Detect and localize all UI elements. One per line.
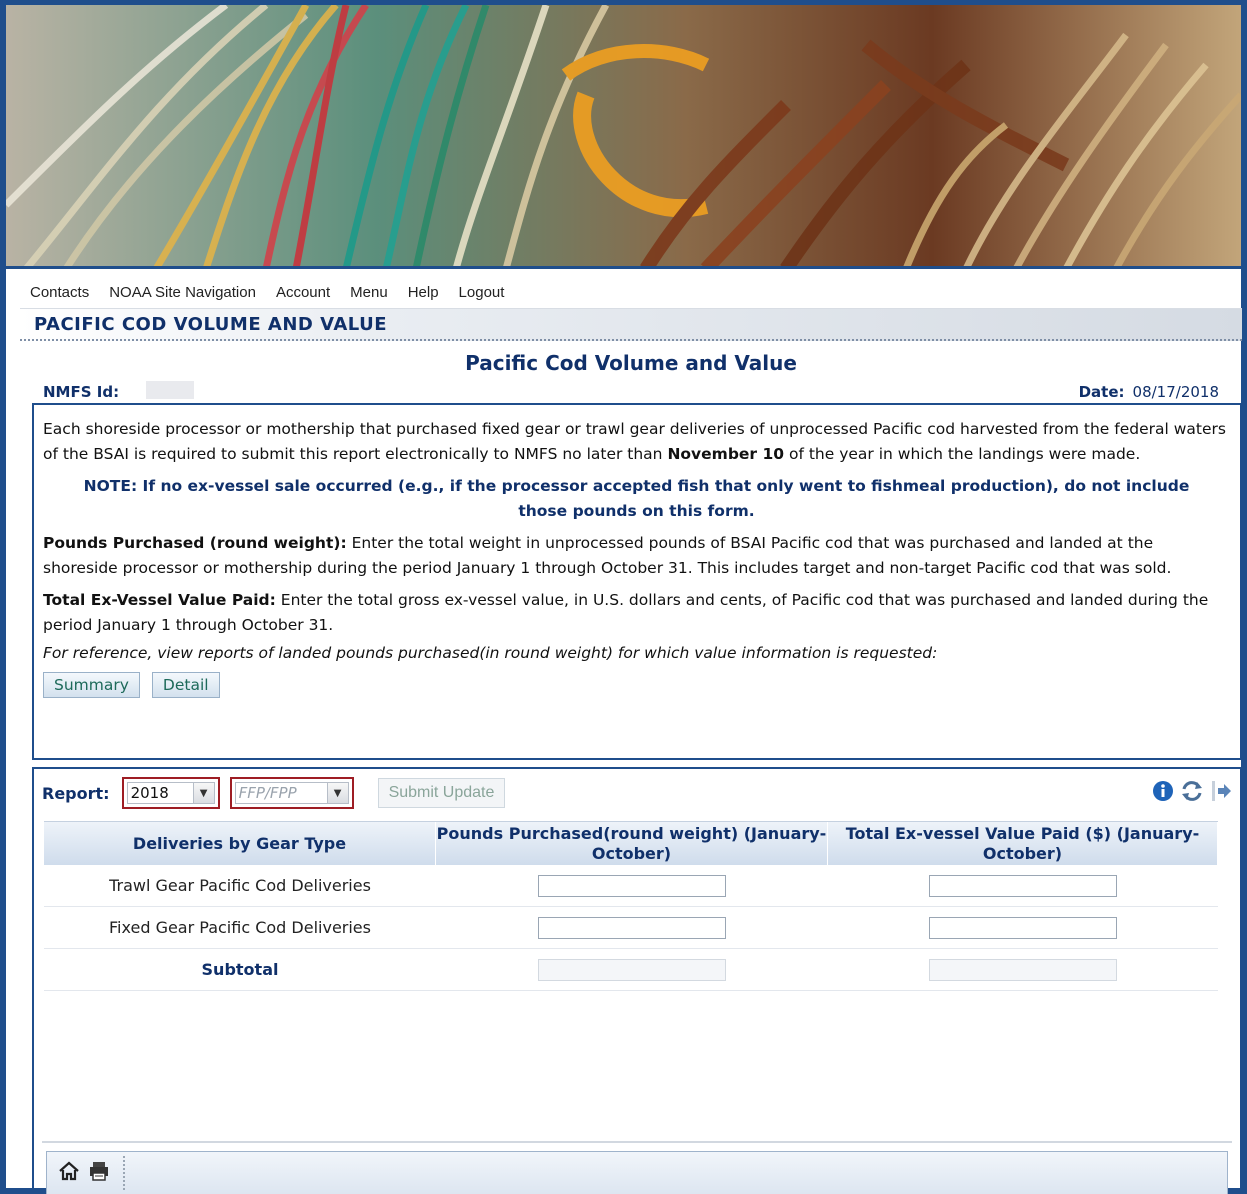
gear-deliveries-grid: Deliveries by Gear Type Pounds Purchased… — [44, 821, 1218, 991]
row-label-trawl: Trawl Gear Pacific Cod Deliveries — [109, 876, 371, 895]
trawl-value-input[interactable] — [929, 874, 1117, 897]
value-label: Total Ex-Vessel Value Paid: — [43, 591, 276, 609]
home-icon[interactable] — [57, 1159, 81, 1187]
cell-trawl-value — [828, 874, 1218, 897]
nav-contacts[interactable]: Contacts — [30, 284, 89, 301]
reference-text: For reference, view reports of landed po… — [43, 644, 938, 662]
table-row: Fixed Gear Pacific Cod Deliveries — [44, 907, 1218, 949]
fixed-pounds-input[interactable] — [538, 916, 726, 939]
nav-logout[interactable]: Logout — [459, 284, 505, 301]
table-row: Trawl Gear Pacific Cod Deliveries — [44, 865, 1218, 907]
subtotal-value-field — [929, 958, 1117, 981]
cell-subtotal-pounds — [436, 958, 828, 981]
permit-select-placeholder[interactable]: FFP/FPP — [234, 782, 327, 804]
intro-text-end: of the year in which the landings were m… — [784, 445, 1141, 463]
cell-subtotal-value — [828, 958, 1218, 981]
export-icon[interactable] — [1210, 779, 1232, 807]
cell-trawl-pounds — [436, 874, 828, 897]
row-label-subtotal: Subtotal — [201, 960, 279, 979]
column-header-pounds: Pounds Purchased(round weight) (January-… — [436, 822, 828, 865]
trawl-pounds-input[interactable] — [538, 874, 726, 897]
detail-button[interactable]: Detail — [151, 672, 220, 698]
date-display: Date: 08/17/2018 — [1079, 383, 1219, 401]
permit-select[interactable]: FFP/FPP ▼ — [229, 777, 354, 809]
section-title: PACIFIC COD VOLUME AND VALUE — [34, 313, 387, 335]
refresh-icon[interactable] — [1180, 780, 1204, 806]
fixed-value-input[interactable] — [929, 916, 1117, 939]
header-banner-image — [6, 5, 1241, 269]
value-paragraph: Total Ex-Vessel Value Paid: Enter the to… — [43, 588, 1230, 638]
chevron-down-icon[interactable]: ▼ — [326, 782, 349, 804]
info-icon[interactable] — [1152, 780, 1174, 806]
date-value: 08/17/2018 — [1132, 383, 1219, 401]
report-panel: Report: 2018 ▼ FFP/FPP ▼ Submit Update D… — [32, 767, 1242, 1193]
pounds-label: Pounds Purchased (round weight): — [43, 534, 347, 552]
divider — [123, 1156, 125, 1190]
submit-update-button[interactable]: Submit Update — [377, 778, 506, 808]
cell-fixed-value — [828, 916, 1218, 939]
report-buttons: Summary Detail — [43, 672, 1230, 698]
nav-menu[interactable]: Menu — [350, 284, 388, 301]
year-select[interactable]: 2018 ▼ — [121, 777, 220, 809]
nmfs-id-label: NMFS Id: — [43, 383, 120, 401]
grid-header: Deliveries by Gear Type Pounds Purchased… — [44, 821, 1218, 865]
chevron-down-icon[interactable]: ▼ — [192, 782, 215, 804]
nmfs-id-value-redacted — [146, 381, 194, 399]
date-label: Date: — [1078, 383, 1125, 401]
pounds-paragraph: Pounds Purchased (round weight): Enter t… — [43, 531, 1230, 581]
column-header-gear-type: Deliveries by Gear Type — [44, 822, 436, 865]
top-navigation: Contacts NOAA Site Navigation Account Me… — [20, 277, 1242, 309]
nav-noaa-site-navigation[interactable]: NOAA Site Navigation — [109, 284, 256, 301]
year-select-value[interactable]: 2018 — [126, 782, 193, 804]
intro-deadline: November 10 — [667, 445, 785, 463]
column-header-value: Total Ex-vessel Value Paid ($) (January-… — [828, 822, 1218, 865]
row-label-fixed: Fixed Gear Pacific Cod Deliveries — [109, 918, 371, 937]
report-tools — [1152, 779, 1232, 807]
report-label: Report: — [42, 783, 110, 803]
note-paragraph: NOTE: If no ex-vessel sale occurred (e.g… — [83, 477, 1190, 520]
subtotal-pounds-field — [538, 958, 726, 981]
section-title-bar: PACIFIC COD VOLUME AND VALUE — [20, 309, 1242, 341]
page-frame: Contacts NOAA Site Navigation Account Me… — [0, 0, 1247, 1194]
intro-paragraph: Each shoreside processor or mothership t… — [43, 417, 1230, 467]
nav-account[interactable]: Account — [276, 284, 330, 301]
print-icon[interactable] — [87, 1159, 111, 1187]
summary-button[interactable]: Summary — [43, 672, 140, 698]
nav-help[interactable]: Help — [408, 284, 439, 301]
cell-fixed-pounds — [436, 916, 828, 939]
footer-toolbar — [46, 1151, 1228, 1194]
divider — [42, 1141, 1232, 1143]
instructions-panel: Each shoreside processor or mothership t… — [32, 403, 1242, 760]
table-row: Subtotal — [44, 949, 1218, 991]
report-toolbar: Report: 2018 ▼ FFP/FPP ▼ Submit Update — [42, 775, 1232, 811]
page-title: Pacific Cod Volume and Value — [465, 351, 797, 375]
